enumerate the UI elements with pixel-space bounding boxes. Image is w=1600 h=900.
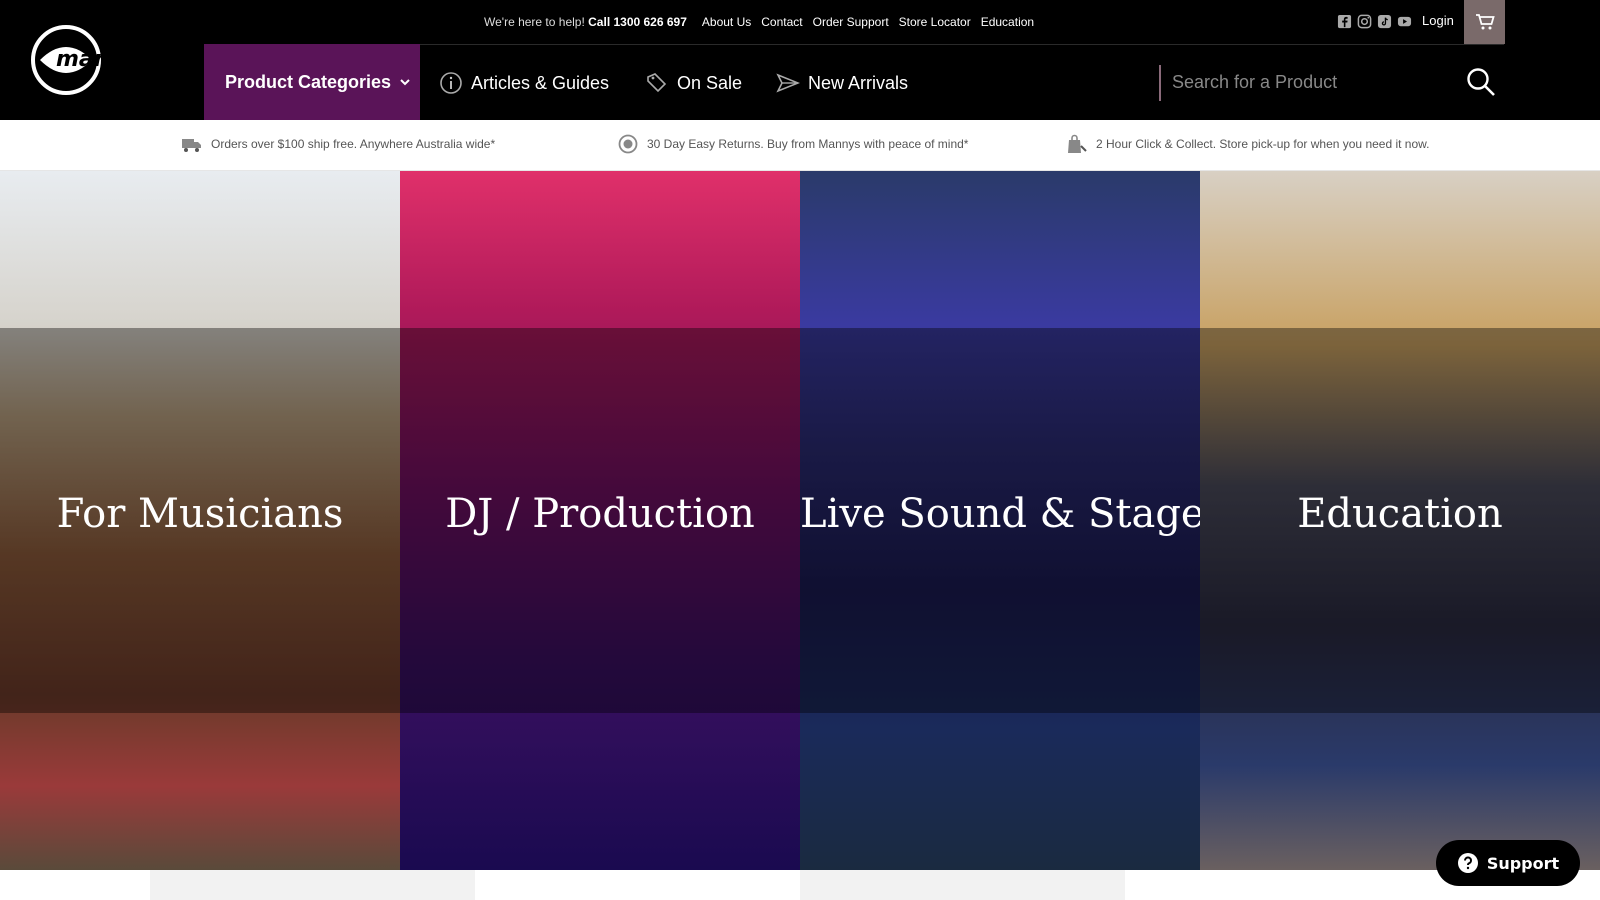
product-categories-button[interactable]: Product Categories [204, 44, 420, 120]
category-tiles: For Musicians DJ / Production Live Sound… [0, 171, 1600, 870]
tile-label: Live Sound & Stage [800, 491, 1200, 537]
tile-live-sound-stage[interactable]: Live Sound & Stage [800, 171, 1200, 870]
tile-dj-production[interactable]: DJ / Production [400, 171, 800, 870]
about-us-link[interactable]: About Us [702, 15, 751, 29]
price-tag-icon [647, 73, 667, 93]
support-label: Support [1486, 853, 1560, 873]
tile-for-musicians[interactable]: For Musicians [0, 171, 400, 870]
tile-label: DJ / Production [445, 491, 755, 537]
logo-text: mannys [56, 47, 153, 72]
on-sale-label: On Sale [677, 72, 743, 93]
usp-easy-returns-text: 30 Day Easy Returns. Buy from Mannys wit… [647, 137, 969, 151]
content-card [150, 870, 475, 900]
usp-easy-returns: 30 Day Easy Returns. Buy from Mannys wit… [617, 134, 968, 154]
below-fold-content [0, 870, 1600, 900]
chevron-down-icon [400, 79, 410, 86]
contact-link[interactable]: Contact [761, 15, 802, 29]
utility-bar: We're here to help! Call 1300 626 697 Ab… [484, 12, 1034, 32]
tile-label: For Musicians [56, 491, 344, 537]
store-locator-link[interactable]: Store Locator [899, 15, 971, 29]
youtube-icon[interactable] [1397, 14, 1412, 29]
on-sale-link[interactable]: On Sale [645, 70, 742, 96]
search-input[interactable] [1172, 64, 1462, 100]
support-button[interactable]: Support [1436, 840, 1580, 886]
help-text: We're here to help! Call 1300 626 697 [484, 15, 687, 29]
search-divider [1159, 65, 1161, 101]
paper-plane-icon [776, 73, 800, 93]
usp-click-collect: 2 Hour Click & Collect. Store pick-up fo… [1066, 134, 1430, 154]
articles-guides-link[interactable]: Articles & Guides [439, 70, 609, 96]
tiktok-icon[interactable] [1377, 14, 1392, 29]
usp-bar: Orders over $100 ship free. Anywhere Aus… [0, 120, 1600, 171]
tile-label: Education [1297, 491, 1503, 537]
instagram-icon[interactable] [1357, 14, 1372, 29]
info-icon [440, 72, 462, 94]
order-support-link[interactable]: Order Support [813, 15, 889, 29]
shopping-cart-icon [1475, 14, 1495, 30]
site-header: mannys We're here to help! Call 1300 626… [0, 0, 1600, 120]
phone-number[interactable]: Call 1300 626 697 [588, 15, 687, 29]
tile-education[interactable]: Education [1200, 171, 1600, 870]
login-link[interactable]: Login [1422, 13, 1454, 28]
content-card [800, 870, 1125, 900]
facebook-icon[interactable] [1337, 14, 1352, 29]
usp-free-shipping-text: Orders over $100 ship free. Anywhere Aus… [211, 137, 496, 151]
education-link[interactable]: Education [981, 15, 1034, 29]
product-categories-label: Product Categories [225, 71, 392, 92]
returns-icon [618, 134, 638, 154]
articles-guides-label: Articles & Guides [471, 72, 610, 93]
social-links [1337, 14, 1412, 29]
logo-mark: mannys [31, 25, 153, 95]
search-icon[interactable] [1466, 67, 1496, 97]
new-arrivals-link[interactable]: New Arrivals [776, 70, 908, 96]
help-question-icon [1457, 853, 1478, 873]
delivery-truck-icon [182, 139, 201, 152]
new-arrivals-label: New Arrivals [808, 72, 909, 93]
shopping-bag-icon [1068, 134, 1087, 153]
usp-free-shipping: Orders over $100 ship free. Anywhere Aus… [181, 134, 495, 154]
cart-button[interactable] [1464, 0, 1505, 44]
mannys-logo[interactable]: mannys [30, 24, 174, 96]
usp-click-collect-text: 2 Hour Click & Collect. Store pick-up fo… [1096, 137, 1430, 151]
